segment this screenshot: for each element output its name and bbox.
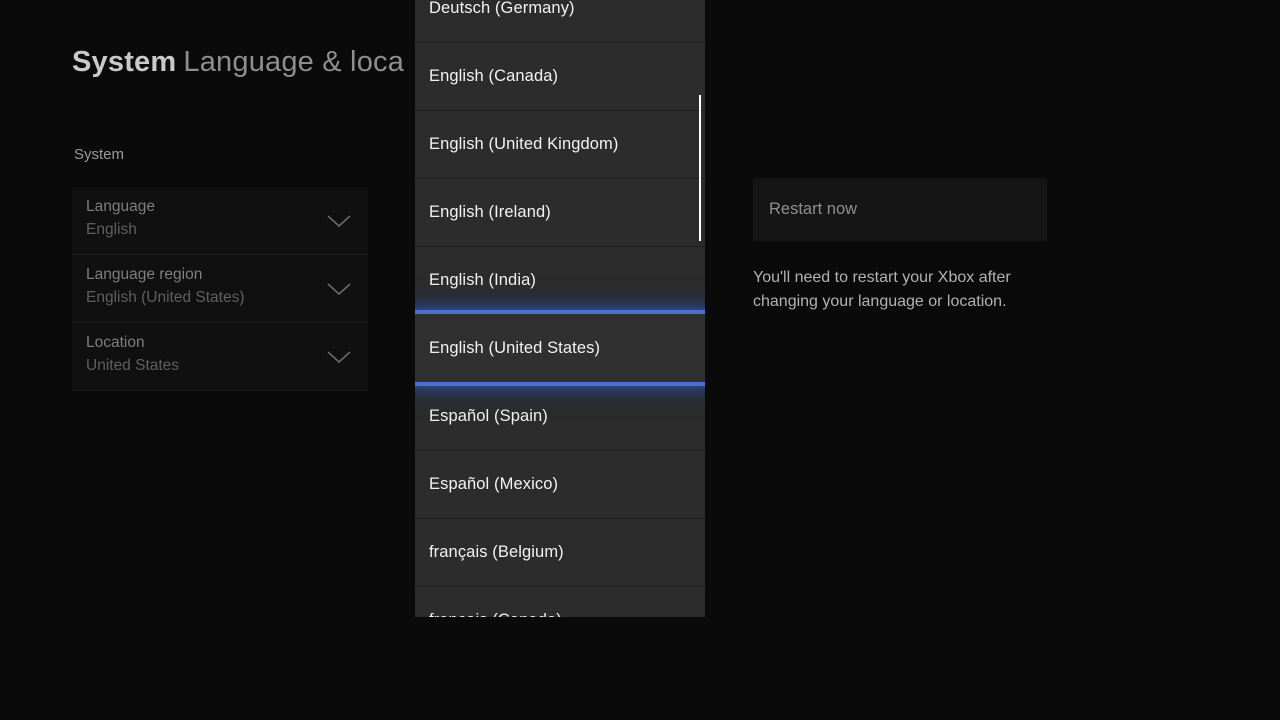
chevron-down-icon <box>326 281 352 297</box>
setting-row-location[interactable]: Location United States <box>72 323 368 391</box>
dropdown-scroll-container: Deutsch (Germany) English (Canada) English… <box>415 0 705 617</box>
right-column: Restart now You'll need to restart your … <box>753 178 1047 314</box>
chevron-down-icon <box>326 349 352 365</box>
dropdown-item-label: Deutsch (Germany) <box>429 0 575 18</box>
dropdown-item[interactable]: English (Ireland) <box>415 178 705 246</box>
dropdown-item[interactable]: English (Canada) <box>415 42 705 110</box>
dropdown-item[interactable]: français (Belgium) <box>415 518 705 586</box>
page-title: SystemLanguage & loca <box>72 46 404 79</box>
dropdown-item[interactable]: English (United States) <box>415 314 705 382</box>
dropdown-item-label: English (Canada) <box>429 67 558 86</box>
dropdown-item-label: Español (Mexico) <box>429 475 558 494</box>
dropdown-item-label: English (India) <box>429 271 536 290</box>
dropdown-scrollbar-thumb[interactable] <box>699 95 701 241</box>
xbox-settings-screen: SystemLanguage & loca System Language En… <box>0 0 1280 720</box>
page-title-strong: System <box>72 46 176 78</box>
settings-column: System Language English Language region … <box>72 146 368 391</box>
setting-row-language[interactable]: Language English <box>72 187 368 255</box>
restart-now-button[interactable]: Restart now <box>753 178 1047 241</box>
dropdown-item-label: English (United States) <box>429 339 600 358</box>
restart-help-text: You'll need to restart your Xbox after c… <box>753 266 1045 314</box>
language-dropdown-list[interactable]: Deutsch (Germany) English (Canada) English… <box>415 0 705 617</box>
dropdown-item-label: English (Ireland) <box>429 203 551 222</box>
settings-group-label: System <box>72 146 368 163</box>
dropdown-item[interactable]: Español (Mexico) <box>415 450 705 518</box>
setting-row-language-region[interactable]: Language region English (United States) <box>72 255 368 323</box>
dropdown-item[interactable]: français (Canada) <box>415 586 705 617</box>
dropdown-item[interactable]: English (India) <box>415 246 705 314</box>
chevron-down-icon <box>326 213 352 229</box>
dropdown-item-label: français (Canada) <box>429 611 562 617</box>
dropdown-item-label: English (United Kingdom) <box>429 135 619 154</box>
dropdown-item[interactable]: English (United Kingdom) <box>415 110 705 178</box>
dropdown-item-label: français (Belgium) <box>429 543 564 562</box>
dropdown-item-label: Español (Spain) <box>429 407 548 426</box>
page-title-sub: Language & loca <box>183 46 404 78</box>
restart-now-label: Restart now <box>769 200 857 219</box>
dropdown-item[interactable]: Español (Spain) <box>415 382 705 450</box>
dropdown-item[interactable]: Deutsch (Germany) <box>415 0 705 42</box>
